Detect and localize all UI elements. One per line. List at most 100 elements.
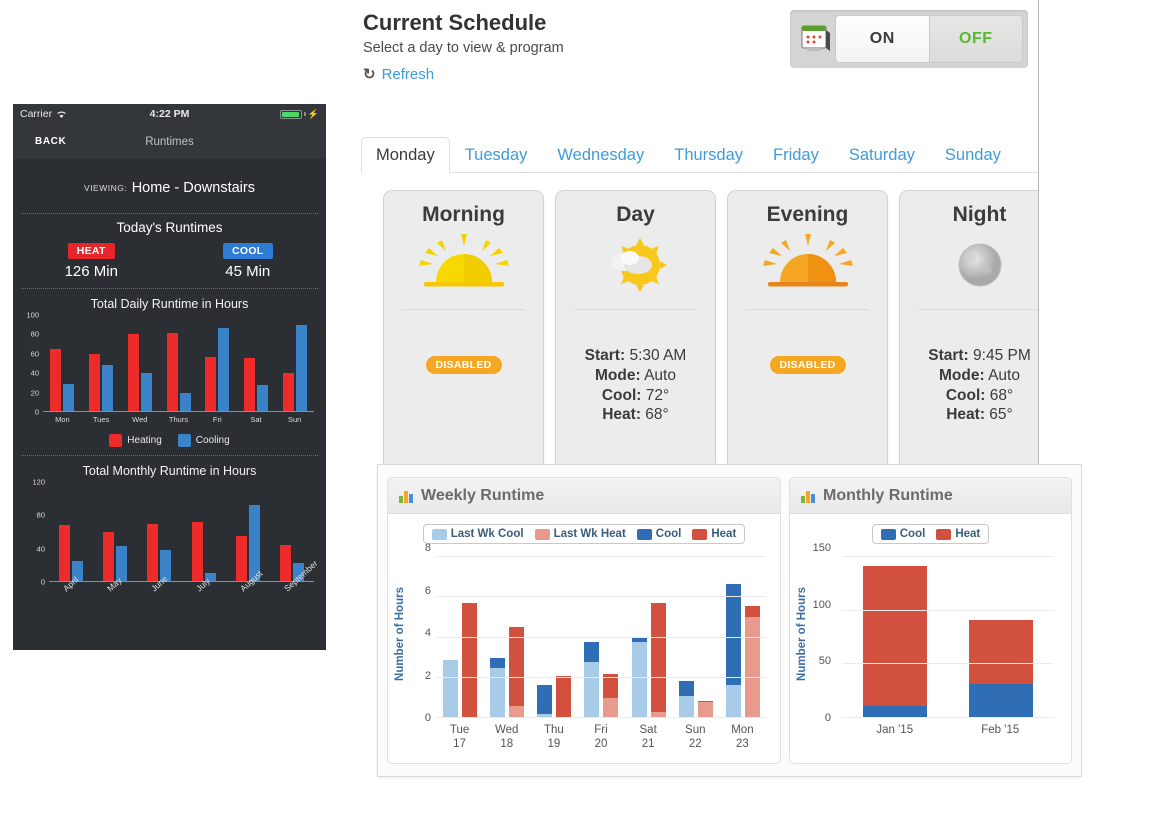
schedule-period-cards: Morning DISABLED Day Start: 5:30 AM Mode: Au… (383, 190, 1038, 466)
x-tick-label: Sat 21 (639, 724, 657, 751)
heat-badge: HEAT (67, 243, 115, 259)
legend-item[interactable]: Heat (692, 528, 736, 540)
legend-item[interactable]: Last Wk Cool (431, 528, 524, 540)
legend-item[interactable]: Cool (636, 528, 681, 540)
cool-minutes: 45 Min (225, 263, 271, 280)
divider (918, 309, 1038, 310)
bar-segment (603, 697, 619, 717)
day-tabs[interactable]: Monday Tuesday Wednesday Thursday Friday Satu… (361, 137, 1038, 173)
tab-thursday[interactable]: Thursday (659, 137, 758, 173)
bar-segment (744, 606, 760, 618)
y-tick: 20 (30, 388, 39, 398)
bar-stack[interactable] (863, 556, 928, 717)
phone-daily-x-axis: Mon Tues Wed Thurs Fri Sat Sun (43, 412, 314, 430)
bar-segment (631, 641, 647, 717)
toggle-group[interactable]: ON OFF (835, 15, 1023, 63)
toggle-on-option[interactable]: ON (835, 15, 930, 63)
bar-group (198, 315, 237, 411)
phone-daily-chart: Total Daily Runtime in Hours 0 20 40 60 80 10… (13, 289, 326, 451)
x-tick-label: Sun (287, 415, 302, 424)
legend-swatch (534, 528, 550, 540)
x-tick-label: Thu 19 (543, 724, 564, 751)
x-tick-label: Feb '15 (981, 724, 1020, 736)
y-tick: 150 (812, 542, 831, 554)
legend-item[interactable]: Cool (880, 528, 925, 540)
bar-segment (490, 667, 506, 717)
bar-cooling (102, 364, 114, 411)
refresh-button[interactable]: ↻ Refresh (363, 65, 435, 84)
refresh-label: Refresh (381, 65, 435, 83)
period-details: Start: 9:45 PM Mode: Auto Cool: 68° Heat: 6… (900, 346, 1038, 425)
bar-segment (678, 695, 694, 717)
phone-daily-chart-title: Total Daily Runtime in Hours (90, 297, 249, 311)
period-card-evening[interactable]: Evening DISABLED (727, 190, 888, 466)
x-tick-label: Mon (55, 415, 70, 424)
tab-sunday[interactable]: Sunday (930, 137, 1016, 173)
sun-cloud-icon (556, 229, 715, 301)
bar-heating (59, 524, 71, 581)
period-mode: Mode: Auto (939, 366, 1020, 384)
monthly-runtime-title: Monthly Runtime (823, 486, 953, 504)
bar-group (49, 482, 93, 581)
bar-segment (509, 627, 525, 706)
bar-heating (205, 357, 217, 411)
today-heat-col: HEAT 126 Min (13, 241, 170, 280)
period-card-morning[interactable]: Morning DISABLED (383, 190, 544, 466)
x-tick-label: September (281, 558, 320, 594)
bar-cooling (256, 385, 268, 411)
weekly-y-axis-label: Number of Hours (394, 587, 406, 681)
x-tick-label: April (61, 574, 81, 594)
bar-cooling (295, 324, 307, 411)
x-tick-label: Tues (92, 415, 110, 424)
bar-segment (863, 706, 928, 717)
bar-segment (725, 584, 741, 685)
phone-status-bar: Carrier 4:22 PM ⚡ (13, 104, 326, 124)
legend-item[interactable]: Last Wk Heat (534, 528, 626, 540)
viewing-row: VIEWING: Home - Downstairs (13, 159, 326, 213)
bar-segment (863, 565, 928, 707)
toggle-off-option[interactable]: OFF (929, 15, 1023, 63)
bar-segment (584, 661, 600, 717)
bar-heating (103, 532, 115, 581)
period-card-day[interactable]: Day Start: 5:30 AM Mode: Auto Cool: 72° Heat… (555, 190, 716, 466)
bar-group (275, 315, 314, 411)
weekly-plot-area: Number of Hours 0 2 4 6 8 Tue 17 Wed 18 Thu 19 Fri… (392, 542, 772, 751)
bar-heating (235, 536, 247, 581)
gridline (436, 676, 766, 678)
tab-tuesday[interactable]: Tuesday (450, 137, 543, 173)
schedule-on-off-toggle[interactable]: ON OFF (790, 10, 1028, 68)
tab-monday[interactable]: Monday (361, 137, 450, 173)
x-tick-label: Fri 20 (594, 724, 608, 751)
monthly-runtime-header: Monthly Runtime (790, 478, 1071, 514)
tab-saturday[interactable]: Saturday (834, 137, 930, 173)
sunrise-icon (384, 229, 543, 301)
legend-item[interactable]: Heat (936, 528, 980, 540)
phone-daily-y-axis: 0 20 40 60 80 100 (15, 311, 41, 417)
period-title: Morning (422, 203, 505, 226)
bar-segment (490, 657, 506, 668)
x-tick-label: Tue 17 (449, 724, 470, 751)
bar-heating (147, 524, 159, 581)
gridline (436, 636, 766, 638)
bar-segment (678, 680, 694, 696)
tab-friday[interactable]: Friday (758, 137, 834, 173)
bar-segment (443, 659, 459, 717)
viewing-label: VIEWING: (84, 182, 128, 193)
phone-daily-plot (43, 315, 314, 412)
period-card-night[interactable]: Night Start: 9:45 PM Mode: Auto Cool: 68° He… (899, 190, 1038, 466)
tab-wednesday[interactable]: Wednesday (542, 137, 659, 173)
y-tick: 80 (30, 329, 39, 339)
y-tick: 4 (424, 627, 431, 639)
period-heat: Heat: 68° (602, 406, 669, 424)
legend-heating: Heating (109, 434, 162, 447)
y-tick: 80 (36, 510, 45, 520)
bar-heating (127, 334, 139, 411)
legend-label: Last Wk Cool (450, 528, 524, 540)
bar-group (842, 556, 948, 717)
refresh-icon: ↻ (363, 66, 376, 83)
bar-segment (968, 620, 1033, 684)
status-badge: DISABLED (769, 356, 846, 374)
cool-badge: COOL (222, 243, 273, 259)
legend-cooling: Cooling (177, 434, 230, 447)
bar-stack[interactable] (968, 556, 1033, 717)
